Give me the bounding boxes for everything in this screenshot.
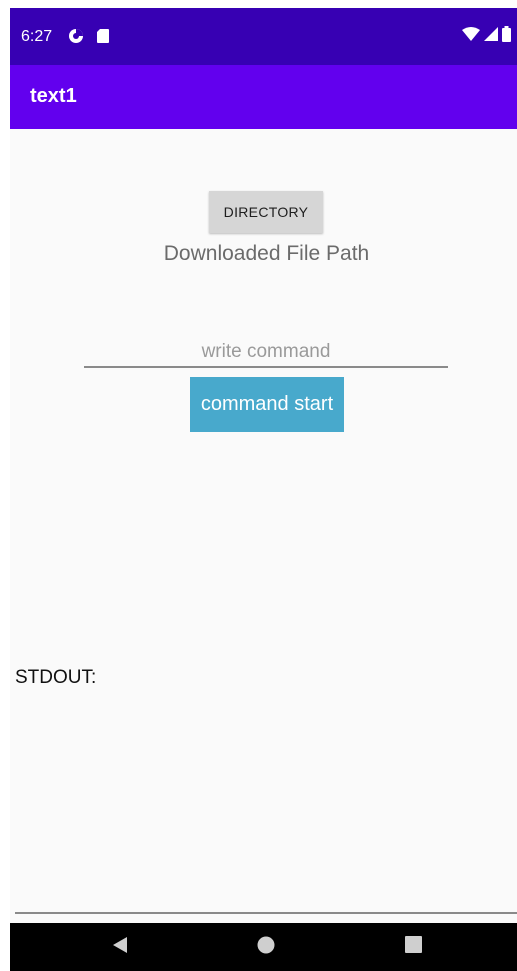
recents-button[interactable] <box>383 923 443 971</box>
battery-icon <box>502 25 511 47</box>
back-button[interactable] <box>90 923 150 971</box>
app-title: text1 <box>30 85 77 107</box>
command-start-button[interactable]: command start <box>190 377 344 432</box>
back-icon <box>111 936 129 959</box>
data-saver-icon <box>68 28 84 44</box>
home-button[interactable] <box>236 923 296 971</box>
sd-card-icon <box>96 28 112 44</box>
status-right-icons <box>462 25 511 47</box>
downloaded-file-path-text: Downloaded File Path <box>163 242 370 265</box>
wifi-icon <box>462 26 480 46</box>
navigation-bar <box>10 923 517 971</box>
home-icon <box>257 936 275 959</box>
app-bar: text1 <box>10 65 517 129</box>
recents-icon <box>404 936 422 958</box>
signal-icon <box>484 26 498 46</box>
device-screen: 6:27 text1 DIRECTORY Downloaded File Pat… <box>10 8 517 971</box>
stdout-divider <box>15 912 517 914</box>
status-time: 6:27 <box>21 28 53 45</box>
stdout-label: STDOUT: <box>15 667 97 688</box>
status-bar: 6:27 <box>10 8 517 65</box>
command-input[interactable] <box>84 338 448 368</box>
directory-button[interactable]: DIRECTORY <box>209 191 323 233</box>
